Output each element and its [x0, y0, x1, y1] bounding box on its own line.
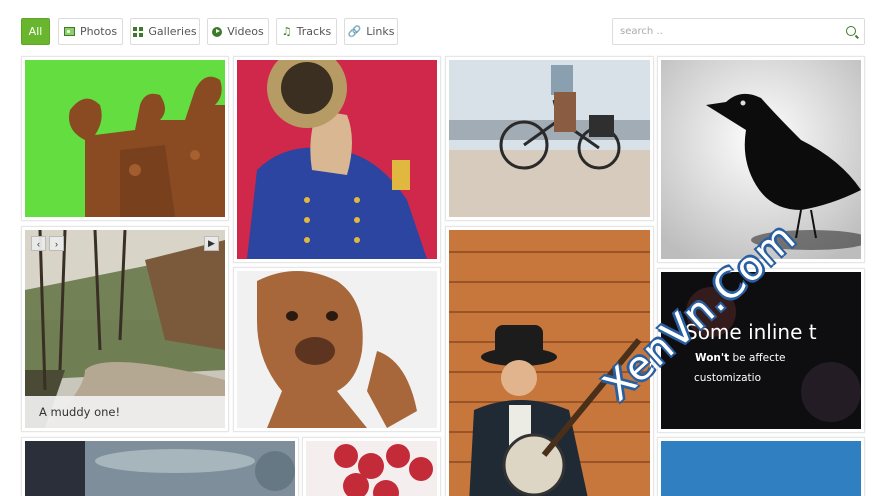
- blackbird-photo: [661, 60, 861, 259]
- cyclist-photo: [449, 60, 650, 217]
- banjo-player-photo: [449, 230, 650, 496]
- photo-tile-rusty-crown[interactable]: [21, 56, 229, 221]
- filter-videos-button[interactable]: Videos: [207, 18, 269, 45]
- inline-tile-line1-rest: be affecte: [729, 352, 786, 364]
- filter-photos-label: Photos: [79, 25, 118, 38]
- photo-tile-cyclist[interactable]: [445, 56, 654, 221]
- search-box: [612, 18, 865, 45]
- dog-photo: [237, 271, 437, 428]
- photo-icon: [63, 27, 75, 36]
- grid-icon: [133, 26, 144, 37]
- filter-galleries-label: Galleries: [148, 25, 197, 38]
- filter-tracks-label: Tracks: [296, 25, 332, 38]
- gallery-play-button[interactable]: ▶: [204, 236, 219, 251]
- raspberries-photo: [306, 441, 437, 496]
- inline-tile-line2: customizatio: [694, 372, 761, 384]
- search-input[interactable]: [613, 19, 837, 44]
- play-circle-icon: [212, 26, 223, 37]
- blurred-person-photo: [25, 441, 295, 496]
- filter-all-label: All: [28, 25, 43, 38]
- inline-tile-title: Some inline t: [685, 320, 817, 344]
- inline-text-tile[interactable]: Some inline t Won't be affecte customiza…: [657, 268, 865, 433]
- search-icon[interactable]: [846, 26, 856, 36]
- filter-photos-button[interactable]: Photos: [58, 18, 123, 45]
- gallery-tile-muddy-path[interactable]: ‹ › ▶ A muddy one!: [21, 226, 229, 432]
- filter-galleries-button[interactable]: Galleries: [130, 18, 200, 45]
- filter-links-label: Links: [366, 25, 395, 38]
- filter-videos-label: Videos: [227, 25, 264, 38]
- filter-tracks-button[interactable]: ♫ Tracks: [276, 18, 337, 45]
- inline-text-background: Some inline t Won't be affecte customiza…: [661, 272, 861, 429]
- gallery-prev-button[interactable]: ‹: [31, 236, 46, 251]
- photo-tile-blue[interactable]: [657, 437, 865, 496]
- link-icon: 🔗: [347, 25, 362, 38]
- rusty-crown-photo: [25, 60, 225, 217]
- inline-tile-line1-bold: Won't: [695, 352, 730, 364]
- photo-tile-dog[interactable]: [233, 267, 441, 432]
- gallery-caption: A muddy one!: [25, 396, 225, 428]
- filter-all-button[interactable]: All: [21, 18, 50, 45]
- music-note-icon: ♫: [281, 25, 292, 38]
- trumpet-player-photo: [237, 60, 437, 259]
- photo-tile-trumpet-player[interactable]: [233, 56, 441, 263]
- blue-photo: [661, 441, 861, 496]
- photo-tile-blackbird[interactable]: [657, 56, 865, 263]
- photo-tile-raspberries[interactable]: [302, 437, 441, 496]
- photo-tile-blurred-person[interactable]: [21, 437, 299, 496]
- filter-links-button[interactable]: 🔗 Links: [344, 18, 398, 45]
- inline-tile-line1: Won't be affecte: [695, 352, 785, 364]
- gallery-next-button[interactable]: ›: [49, 236, 64, 251]
- photo-tile-banjo-player[interactable]: [445, 226, 654, 496]
